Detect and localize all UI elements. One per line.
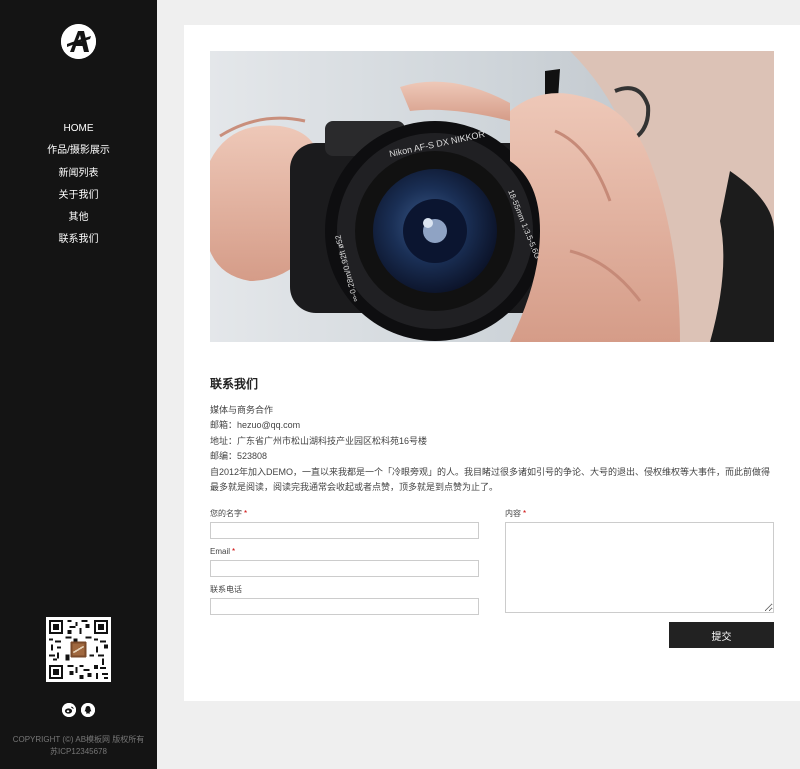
qr-code-icon <box>49 620 108 679</box>
weibo-icon[interactable] <box>62 703 77 717</box>
nav-item-works[interactable]: 作品/摄影展示 <box>0 140 157 162</box>
info-line-description: 自2012年加入DEMO，一直以来我都是一个「冷眼旁观」的人。我目睹过很多诸如引… <box>210 466 771 493</box>
qq-icon[interactable] <box>80 703 95 717</box>
phone-label: 联系电话 <box>210 585 242 594</box>
nav-item-other[interactable]: 其他 <box>0 207 157 229</box>
name-label: 您的名字 * <box>210 509 248 518</box>
nav-item-home[interactable]: HOME <box>0 118 157 140</box>
logo[interactable] <box>61 24 96 59</box>
info-line-media: 媒体与商务合作 <box>210 405 274 415</box>
qr-code <box>46 617 111 682</box>
name-input[interactable] <box>210 522 479 539</box>
email-label: Email * <box>210 547 236 556</box>
phone-input[interactable] <box>210 598 479 615</box>
content-label: 内容 * <box>505 509 527 518</box>
social-links <box>0 703 157 717</box>
camera-photo: Nikon AF-S DX NIKKOR 18-55mm 1:3.5-5.6G … <box>210 51 774 342</box>
copyright-text: COPYRIGHT (©) AB模板网 版权所有 <box>12 735 145 744</box>
nav-item-contact[interactable]: 联系我们 <box>0 229 157 251</box>
icp-link[interactable]: 苏ICP12345678 <box>0 746 157 758</box>
sidebar: HOME 作品/摄影展示 新闻列表 关于我们 其他 联系我们 COPYRIGHT… <box>0 0 157 769</box>
nav-item-news[interactable]: 新闻列表 <box>0 163 157 185</box>
content-textarea[interactable] <box>505 522 774 613</box>
content-card: Nikon AF-S DX NIKKOR 18-55mm 1:3.5-5.6G … <box>184 25 800 701</box>
info-line-address: 地址：广东省广州市松山湖科技产业园区松科苑16号楼 <box>210 435 428 446</box>
logo-icon <box>61 24 96 59</box>
info-line-postcode: 邮编：523808 <box>210 451 268 462</box>
nav-item-about[interactable]: 关于我们 <box>0 185 157 207</box>
required-mark: * <box>232 547 236 556</box>
email-input[interactable] <box>210 560 479 577</box>
contact-info: 媒体与商务合作 邮箱：hezuo@qq.com 地址：广东省广州市松山湖科技产业… <box>210 403 774 495</box>
form-right-column: 内容 * <box>505 508 774 613</box>
submit-button[interactable]: 提交 <box>669 622 774 648</box>
page-title: 联系我们 <box>210 377 259 391</box>
info-line-email: 邮箱：hezuo@qq.com <box>210 420 301 431</box>
form-left-column: 您的名字 * Email * 联系电话 <box>210 508 479 622</box>
required-mark: * <box>244 509 248 518</box>
required-mark: * <box>523 509 527 518</box>
main-nav: HOME 作品/摄影展示 新闻列表 关于我们 其他 联系我们 <box>0 118 157 252</box>
hero-image: Nikon AF-S DX NIKKOR 18-55mm 1:3.5-5.6G … <box>210 51 774 342</box>
footer-copyright: COPYRIGHT (©) AB模板网 版权所有 苏ICP12345678 <box>0 734 157 758</box>
